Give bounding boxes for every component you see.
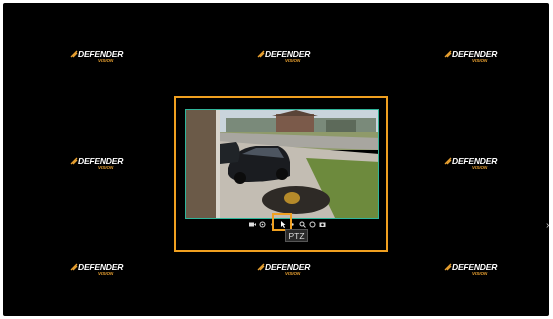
defender-logo-icon (444, 157, 452, 165)
settings-icon[interactable] (259, 221, 266, 228)
empty-slot-logo: DEFENDER VISION (70, 156, 140, 174)
zoom-icon[interactable] (299, 221, 306, 228)
brand-sub: VISION (98, 58, 114, 63)
empty-slot-logo: DEFENDER VISION (257, 262, 327, 280)
ptz-tooltip: PTZ (285, 229, 308, 242)
brand-sub: VISION (285, 271, 301, 276)
empty-slot-logo: DEFENDER VISION (444, 262, 514, 280)
defender-logo-icon (70, 263, 78, 271)
defender-logo-icon (444, 263, 452, 271)
brand-sub: VISION (472, 58, 488, 63)
empty-slot-logo: DEFENDER VISION (444, 156, 514, 174)
video-icon[interactable] (249, 221, 256, 228)
empty-slot-logo: DEFENDER VISION (257, 49, 327, 67)
defender-logo-icon (257, 263, 265, 271)
empty-slot-logo: DEFENDER VISION (444, 49, 514, 67)
camera-feed[interactable] (185, 109, 379, 219)
refresh-icon[interactable] (309, 221, 316, 228)
chevron-right-icon[interactable]: › (546, 220, 549, 231)
empty-slot-logo: DEFENDER VISION (70, 262, 140, 280)
brand-sub: VISION (98, 165, 114, 170)
camera-grid-screen: DEFENDER VISION DEFENDER VISION DEFENDER… (3, 3, 549, 316)
defender-logo-icon (444, 50, 452, 58)
empty-slot-logo: DEFENDER VISION (70, 49, 140, 67)
brand-sub: VISION (472, 271, 488, 276)
brand-sub: VISION (98, 271, 114, 276)
brand-sub: VISION (285, 58, 301, 63)
defender-logo-icon (257, 50, 265, 58)
defender-logo-icon (70, 157, 78, 165)
camera-feed-image (186, 110, 378, 218)
snapshot-icon[interactable] (319, 221, 326, 228)
defender-logo-icon (70, 50, 78, 58)
brand-sub: VISION (472, 165, 488, 170)
